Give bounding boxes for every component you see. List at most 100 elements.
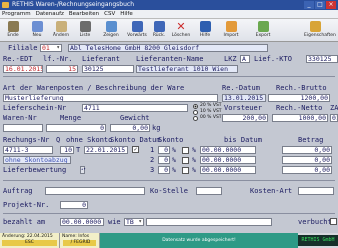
toolbar-button-1[interactable]: Neu bbox=[26, 20, 48, 41]
skonto-bisdatum-field[interactable]: 00.00.0000 bbox=[200, 156, 256, 164]
import-icon bbox=[225, 21, 237, 32]
redat-field[interactable]: 16.01.2015 bbox=[3, 65, 43, 73]
verbucht-label: verbucht bbox=[298, 218, 332, 226]
filiale-select[interactable]: 01 bbox=[40, 44, 62, 52]
vat-20-radio[interactable] bbox=[193, 104, 198, 109]
lkz-field[interactable]: A bbox=[240, 55, 250, 63]
rechbrutto-field[interactable]: 1200,00 bbox=[268, 94, 330, 102]
lfnr-label: lf.-Nr. bbox=[43, 55, 73, 63]
skontotage-field[interactable]: 10 bbox=[60, 146, 74, 154]
status-esc-button[interactable]: ESC bbox=[2, 240, 57, 246]
menu-hilfe[interactable]: Hilfe bbox=[120, 10, 133, 18]
skonto-pct-field[interactable]: 0 bbox=[158, 166, 170, 174]
help-icon bbox=[199, 21, 211, 32]
kostenart-field[interactable] bbox=[298, 187, 334, 195]
liefkto-field[interactable]: 330125 bbox=[306, 55, 338, 63]
menge-field[interactable]: 0 bbox=[46, 124, 106, 132]
lfnr-field[interactable]: 15 bbox=[46, 65, 78, 73]
status-company: RETHIS GmbH bbox=[298, 235, 338, 246]
status-fegrid-button[interactable]: / FEGRID bbox=[63, 240, 96, 246]
warennr-field[interactable] bbox=[3, 124, 43, 132]
menu-bar: Programm Datenaufz Bearbeiten CSV Hilfe bbox=[0, 10, 338, 19]
door-icon bbox=[7, 21, 19, 32]
skonto-row-checkbox[interactable] bbox=[182, 147, 189, 154]
lieferbewertung-spinner[interactable]: ▴▾ bbox=[80, 166, 86, 174]
skonto-betrag-field[interactable]: 0,00 bbox=[282, 156, 332, 164]
maximize-button[interactable]: □ bbox=[315, 1, 325, 9]
percent-sign: % bbox=[192, 166, 196, 174]
vat-00-radio[interactable] bbox=[193, 116, 198, 121]
menu-bearbeiten[interactable]: Bearbeiten bbox=[69, 10, 99, 18]
toolbar-button-label: Export bbox=[255, 33, 271, 38]
toolbar-button-4[interactable]: Zeigen bbox=[100, 20, 122, 41]
status-name-panel: Name: Infos / FEGRID bbox=[60, 233, 100, 248]
skonto-row-checkbox[interactable] bbox=[182, 167, 189, 174]
toolbar-button-6[interactable]: Rück. bbox=[148, 20, 170, 41]
menu-datenaufz[interactable]: Datenaufz bbox=[36, 10, 64, 18]
skonto-bisdatum-field[interactable]: 00.00.0000 bbox=[200, 146, 256, 154]
status-name: Name: Infos bbox=[62, 234, 90, 239]
window-title: RETHIS Waren-/Rechnungseingangsbuch bbox=[12, 1, 134, 8]
close-button[interactable]: × bbox=[326, 1, 336, 9]
skontodatum-field[interactable]: 22.01.2015 bbox=[84, 146, 128, 154]
vat-10-radio[interactable] bbox=[193, 110, 198, 115]
kostelle-field[interactable] bbox=[196, 187, 222, 195]
menge-label: Menge bbox=[60, 114, 82, 122]
toolbar-button-3[interactable]: Liste bbox=[74, 20, 96, 41]
redat-label: Re.-EDT bbox=[3, 55, 33, 63]
new-document-icon bbox=[31, 21, 43, 32]
status-change-date: Änderung: 22.04.2015 bbox=[2, 234, 53, 239]
skontodatum-label: Skonto Datum bbox=[110, 136, 161, 144]
redatum-field[interactable]: 13.01.2015 bbox=[222, 94, 266, 102]
auftrag-field[interactable] bbox=[45, 187, 145, 195]
wie-select[interactable]: TB bbox=[124, 218, 144, 226]
rechnr-field[interactable]: 4711-3 bbox=[3, 146, 53, 154]
vat-10-label: 10 % VST bbox=[200, 109, 222, 114]
toolbar-button-label: Vorwärts bbox=[127, 33, 147, 38]
bezahlt-date-field[interactable]: 00.00.0000 bbox=[60, 218, 104, 226]
toolbar-button-5[interactable]: Vorwärts bbox=[126, 20, 148, 41]
skonto-pct-field[interactable]: 0 bbox=[158, 146, 170, 154]
toolbar-button-10[interactable]: Export bbox=[252, 20, 274, 41]
edit-icon bbox=[55, 21, 67, 32]
title-bar: RETHIS Waren-/Rechnungseingangsbuch _ □ … bbox=[0, 0, 338, 10]
vorsteuer-label: Vorsteuer bbox=[224, 104, 262, 112]
toolbar-button-7[interactable]: ✕ Löschen bbox=[170, 20, 192, 41]
projekt-field[interactable]: 0 bbox=[60, 201, 88, 209]
toolbar-button-label: Hilfe bbox=[199, 33, 211, 38]
rechnetto-field[interactable]: 1000,00 bbox=[272, 114, 328, 122]
za-field[interactable]: 01 bbox=[330, 114, 338, 122]
skonto-bisdatum-field[interactable]: 00.00.0000 bbox=[200, 166, 256, 174]
gewicht-field[interactable]: 0,00 bbox=[110, 124, 150, 132]
skonto-row-checkbox[interactable] bbox=[182, 157, 189, 164]
lieferschein-field[interactable]: 4711 bbox=[82, 104, 188, 112]
vorsteuer-field[interactable]: 200,00 bbox=[222, 114, 268, 122]
list-icon bbox=[79, 21, 91, 32]
separator bbox=[3, 76, 335, 77]
toolbar-button-0[interactable]: Ende bbox=[2, 20, 24, 41]
toolbar-button-label: Neu bbox=[32, 33, 42, 38]
vat-20-label: 20 % VST bbox=[200, 103, 222, 108]
skonto-pct-field[interactable]: 0 bbox=[158, 156, 170, 164]
bezahlt-label: bezahlt am bbox=[3, 218, 46, 226]
verbucht-checkbox[interactable] bbox=[330, 218, 337, 225]
delete-x-icon: ✕ bbox=[176, 20, 186, 33]
skonto-betrag-field[interactable]: 0,00 bbox=[282, 146, 332, 154]
invoice-form: Filiale 01 Abl TelesHome GmbH 8200 Gleis… bbox=[0, 42, 338, 233]
skonto-checkbox[interactable]: ✓ bbox=[132, 146, 139, 153]
minimize-button[interactable]: _ bbox=[304, 1, 314, 9]
window-controls: _ □ × bbox=[304, 1, 336, 9]
lieferant-field[interactable]: 30125 bbox=[82, 65, 134, 73]
art-field[interactable]: Musterlieferung bbox=[3, 94, 218, 102]
lkz-label: LKZ bbox=[224, 55, 237, 63]
bezahlt-note-field[interactable] bbox=[146, 218, 272, 226]
skonto-betrag-field[interactable]: 0,00 bbox=[282, 166, 332, 174]
toolbar-button-11[interactable]: Eigenschaften bbox=[304, 20, 336, 41]
filiale-label: Filiale bbox=[8, 44, 38, 52]
toolbar-button-9[interactable]: Import bbox=[220, 20, 242, 41]
menu-csv[interactable]: CSV bbox=[104, 10, 115, 18]
menu-programm[interactable]: Programm bbox=[2, 10, 31, 18]
arrow-left-icon bbox=[153, 21, 165, 32]
toolbar-button-2[interactable]: Ändern bbox=[50, 20, 72, 41]
toolbar-button-8[interactable]: Hilfe bbox=[194, 20, 216, 41]
